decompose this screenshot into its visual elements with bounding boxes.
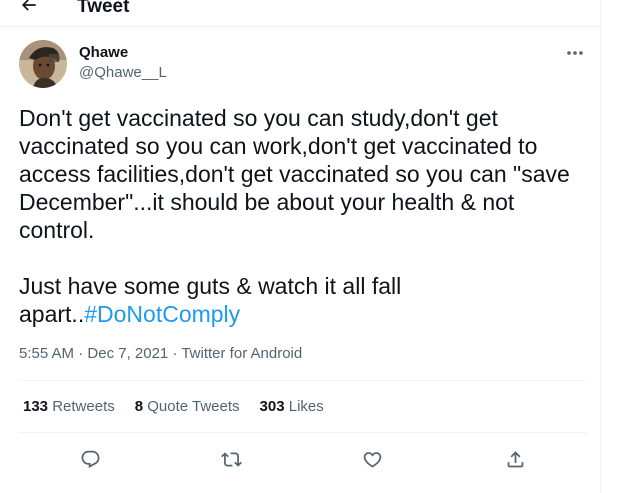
tweet-text: Don't get vaccinated so you can study,do… (19, 104, 594, 328)
tweet-column: Tweet Qhawe @Qhawe__L Don't get vaccinat… (0, 0, 601, 493)
more-button[interactable] (562, 43, 588, 63)
reply-icon (81, 450, 99, 468)
retweets-stat[interactable]: 133 Retweets (23, 398, 115, 416)
meta-separator: · (168, 345, 182, 362)
heart-icon (363, 451, 381, 468)
share-icon (507, 450, 523, 467)
retweets-label: Retweets (52, 398, 115, 415)
tweet-date[interactable]: Dec 7, 2021 (87, 345, 168, 362)
tweet-time[interactable]: 5:55 AM (19, 345, 74, 362)
divider (19, 380, 587, 381)
tweet-stats: 133 Retweets 8 Quote Tweets 303 Likes (23, 398, 324, 416)
author-handle[interactable]: @Qhawe__L (79, 64, 167, 82)
tweet-source[interactable]: Twitter for Android (181, 345, 302, 362)
like-button[interactable] (357, 444, 387, 474)
quote-tweets-stat[interactable]: 8 Quote Tweets (135, 398, 240, 416)
avatar[interactable] (19, 40, 67, 88)
page-title: Tweet (77, 0, 130, 17)
arrow-left-icon (21, 0, 36, 11)
likes-count: 303 (259, 398, 285, 415)
likes-label: Likes (288, 398, 324, 415)
meta-separator: · (74, 345, 88, 362)
more-horizontal-icon (567, 51, 583, 55)
author-name[interactable]: Qhawe (79, 44, 128, 62)
avatar-image (19, 40, 67, 88)
share-button[interactable] (500, 444, 530, 474)
likes-stat[interactable]: 303 Likes (260, 398, 324, 416)
quote-tweets-label: Quote Tweets (147, 398, 240, 415)
tweet-actions (19, 444, 587, 474)
retweet-icon (220, 451, 242, 467)
tweet-meta: 5:55 AM · Dec 7, 2021 · Twitter for Andr… (19, 345, 302, 363)
divider (19, 432, 587, 433)
back-button[interactable] (18, 0, 40, 16)
retweets-count: 133 (23, 398, 49, 415)
quote-tweets-count: 8 (134, 398, 144, 415)
retweet-button[interactable] (216, 444, 246, 474)
tweet-body: Don't get vaccinated so you can study,do… (19, 105, 570, 327)
tweet-header: Tweet (0, 0, 601, 27)
hashtag-link[interactable]: #DoNotComply (84, 301, 240, 327)
reply-button[interactable] (75, 444, 105, 474)
